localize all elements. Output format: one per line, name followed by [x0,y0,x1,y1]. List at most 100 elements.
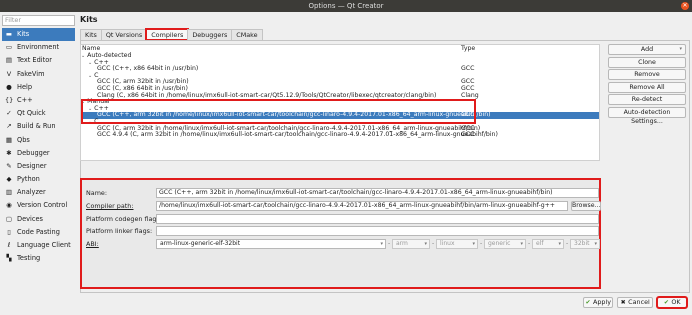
sidebar-item-devices[interactable]: ▢ Devices [2,213,75,226]
column-type[interactable]: Type [461,45,475,53]
sidebar-item-qbs[interactable]: ▦ Qbs [2,134,75,147]
language-client-icon: ℓ [7,241,11,249]
add-button[interactable]: Add ▾ [608,44,686,55]
tab-qt-versions[interactable]: Qt Versions [100,29,148,40]
sidebar-item-label: Help [17,82,33,91]
window-title: Options — Qt Creator [308,2,384,10]
close-icon[interactable]: ✕ [681,2,689,10]
codegen-flags-label: Platform codegen flags: [86,215,162,223]
codegen-flags-row: Platform codegen flags: [86,214,599,224]
debugger-icon: ✱ [6,148,12,157]
tree-header: Name Type [81,45,599,53]
sidebar-item-text-editor[interactable]: ▤ Text Editor [2,54,75,67]
tab-bar: Kits Qt Versions Compilers Debuggers CMa… [80,28,263,41]
browse-button[interactable]: Browse... [571,201,601,211]
compiler-path-label: Compiler path: [86,202,134,210]
compiler-type: GCC [461,111,475,119]
sidebar: ▬ Kits ▭ Environment ▤ Text Editor V FakeVim ● He… [2,28,75,265]
sidebar-item-kits[interactable]: ▬ Kits [2,28,75,42]
tab-cmake[interactable]: CMake [231,29,263,40]
kits-icon: ▬ [5,30,13,38]
sidebar-item-label: FakeVim [17,69,45,78]
name-row: Name: GCC (C++, arm 32bit in /home/linux… [86,188,599,198]
chevron-down-icon: ▾ [424,241,427,247]
window-titlebar: Options — Qt Creator ✕ [0,0,692,12]
sidebar-item-debugger[interactable]: ✱ Debugger [2,147,75,160]
remove-all-button[interactable]: Remove All [608,81,686,93]
sidebar-item-designer[interactable]: ✎ Designer [2,160,75,173]
compiler-tree[interactable]: Name Type ⌄ Auto-detected ⌄ C++ GCC (C++… [80,44,600,161]
abi-select[interactable]: arm-linux-generic-elf-32bit ▾ [156,239,386,249]
group-auto-detected[interactable]: ⌄ Auto-detected [81,52,599,60]
compiler-name: Clang (C, x86 64bit in /home/linux/imx6u… [97,91,437,99]
sidebar-item-help[interactable]: ● Help [2,81,75,94]
apply-button[interactable]: ✔ Apply [583,297,613,308]
tab-debuggers[interactable]: Debuggers [187,29,233,40]
codegen-flags-field[interactable] [156,214,599,224]
chevron-down-icon: ▾ [679,46,682,52]
compiler-name: GCC 4.9.4 (C, arm 32bit in /home/linux/i… [97,131,498,139]
auto-detection-settings-button[interactable]: Auto-detection Settings... [608,106,686,125]
sidebar-item-label: Python [17,175,40,184]
compiler-row[interactable]: Clang (C, x86 64bit in /home/linux/imx6u… [81,91,599,100]
analyzer-icon: ▥ [5,188,13,197]
compiler-row[interactable]: GCC (C++, x86 64bit in /usr/bin) GCC [81,65,599,73]
sidebar-item-label: Build & Run [17,122,56,131]
abi-label: ABI: [86,240,99,248]
abi-width-select[interactable]: 32bit ▾ [570,239,600,249]
abi-format-select[interactable]: elf ▾ [532,239,564,249]
sidebar-item-environment[interactable]: ▭ Environment [2,41,75,54]
vim-icon: V [6,69,12,78]
sidebar-item-python[interactable]: ◆ Python [2,173,75,186]
code-pasting-icon: ▯ [7,227,11,236]
sidebar-item-label: Debugger [17,148,50,157]
name-field[interactable]: GCC (C++, arm 32bit in /home/linux/imx6u… [156,188,599,198]
linker-flags-row: Platform linker flags: [86,226,599,236]
clone-button[interactable]: Clone [608,56,686,68]
tab-compilers[interactable]: Compilers [145,28,190,41]
abi-arch-select[interactable]: arm ▾ [392,239,430,249]
sidebar-item-fakevim[interactable]: V FakeVim [2,68,75,81]
redetect-button[interactable]: Re-detect [608,94,686,106]
page-title: Kits [80,15,98,24]
name-label: Name: [86,189,108,197]
sidebar-item-build-run[interactable]: ↗ Build & Run [2,120,75,133]
monitor-icon: ▭ [5,43,13,52]
sidebar-item-label: Qt Quick [17,109,46,118]
chevron-down-icon: ▾ [472,241,475,247]
sidebar-item-testing[interactable]: ▚ Testing [2,252,75,265]
sidebar-item-version-control[interactable]: ◉ Version Control [2,199,75,212]
chevron-down-icon: ▾ [520,241,523,247]
sidebar-item-language-client[interactable]: ℓ Language Client [2,239,75,252]
sidebar-item-qt-quick[interactable]: ✓ Qt Quick [2,107,75,120]
abi-os-select[interactable]: linux ▾ [436,239,478,249]
ok-button[interactable]: ✔ OK [656,296,688,309]
compiler-path-row: Compiler path: /home/linux/imx6ull-iot-s… [86,201,601,211]
compiler-row[interactable]: GCC 4.9.4 (C, arm 32bit in /home/linux/i… [81,131,599,139]
sidebar-item-c[interactable]: {} C++ [2,94,75,107]
abi-flavor-select[interactable]: generic ▾ [484,239,526,249]
build-run-icon: ↗ [6,122,12,131]
sidebar-item-analyzer[interactable]: ▥ Analyzer [2,186,75,199]
compiler-type: GCC [461,65,475,73]
sidebar-item-label: Analyzer [17,188,46,197]
version-control-icon: ◉ [6,201,12,210]
sidebar-item-code-pasting[interactable]: ▯ Code Pasting [2,226,75,239]
compiler-name: GCC (C++, arm 32bit in /home/linux/imx6u… [97,111,491,119]
compiler-row[interactable]: GCC (C++, arm 32bit in /home/linux/imx6u… [81,112,599,119]
tab-kits[interactable]: Kits [80,29,102,40]
linker-flags-field[interactable] [156,226,599,236]
sidebar-item-label: Text Editor [17,56,52,65]
remove-button[interactable]: Remove [608,69,686,81]
filter-input[interactable]: Filter [2,15,75,26]
group-manual[interactable]: ⌄ Manual [81,98,599,106]
compiler-name: GCC (C++, x86 64bit in /usr/bin) [97,65,199,73]
qt-quick-icon: ✓ [6,109,12,118]
cpp-icon: {} [5,95,14,104]
sidebar-item-label: Version Control [17,201,68,210]
sidebar-item-label: C++ [17,95,33,104]
sidebar-item-label: Devices [17,214,43,223]
compiler-path-field[interactable]: /home/linux/imx6ull-iot-smart-car/toolch… [156,201,568,211]
cancel-button[interactable]: ✖ Cancel [617,297,653,308]
sidebar-item-label: Testing [17,254,41,263]
